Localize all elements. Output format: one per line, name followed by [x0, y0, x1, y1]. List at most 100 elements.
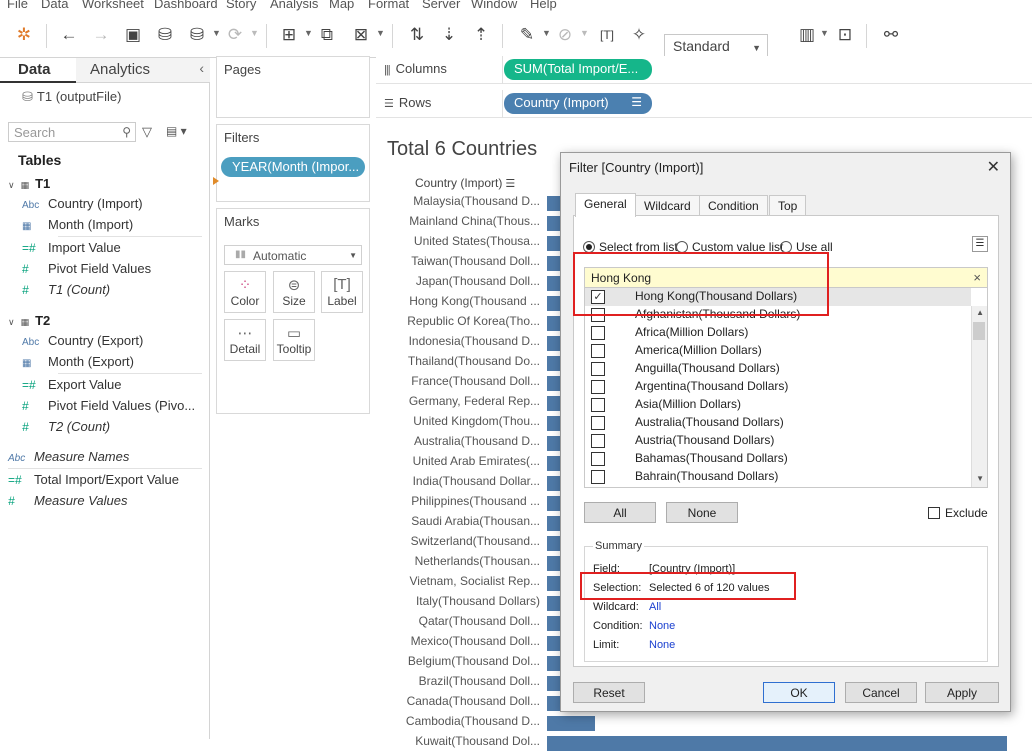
checklist-item[interactable]: Australia(Thousand Dollars): [585, 414, 971, 432]
filter-icon[interactable]: ▽: [142, 124, 152, 140]
refresh-icon[interactable]: ⟳: [222, 22, 248, 48]
checklist-item[interactable]: Bahamas(Thousand Dollars): [585, 450, 971, 468]
row-label[interactable]: Germany, Federal Rep...: [390, 394, 540, 414]
summary-link[interactable]: None: [649, 639, 675, 651]
row-label[interactable]: Indonesia(Thousand D...: [390, 334, 540, 354]
checkbox-unchecked[interactable]: [591, 398, 605, 412]
field-country-export[interactable]: Abc Country (Export): [22, 333, 202, 354]
menu-map[interactable]: Map: [329, 0, 354, 11]
highlight-icon[interactable]: ✎: [514, 22, 540, 48]
apply-button[interactable]: Apply: [925, 682, 999, 703]
rows-pill-country-import[interactable]: Country (Import) ☰: [504, 93, 652, 114]
tab-wildcard[interactable]: Wildcard: [635, 195, 700, 216]
field-t1-count[interactable]: # T1 (Count): [22, 282, 202, 303]
bar-mark[interactable]: [547, 716, 595, 731]
rows-shelf[interactable]: ☰ Rows Country (Import) ☰: [376, 90, 1032, 118]
menu-worksheet[interactable]: Worksheet: [82, 0, 144, 11]
row-label[interactable]: Brazil(Thousand Doll...: [390, 674, 540, 694]
field-t2-count[interactable]: # T2 (Count): [22, 419, 202, 440]
group-icon[interactable]: ⊘: [552, 22, 578, 48]
summary-link[interactable]: All: [649, 601, 661, 613]
checkbox-unchecked[interactable]: [591, 362, 605, 376]
menu-story[interactable]: Story: [226, 0, 256, 11]
marks-detail-button[interactable]: ⋯ Detail: [224, 319, 266, 361]
chevron-down-icon[interactable]: ▼: [542, 28, 551, 38]
columns-shelf[interactable]: ||| Columns SUM(Total Import/E...: [376, 56, 1032, 84]
row-label[interactable]: Philippines(Thousand ...: [390, 494, 540, 514]
menu-server[interactable]: Server: [422, 0, 460, 11]
chevron-down-icon[interactable]: ▼: [580, 28, 589, 38]
checkbox-unchecked[interactable]: [591, 344, 605, 358]
row-label[interactable]: Cambodia(Thousand D...: [390, 714, 540, 734]
checkbox-unchecked[interactable]: [591, 470, 605, 484]
row-label[interactable]: Canada(Thousand Doll...: [390, 694, 540, 714]
reset-button[interactable]: Reset: [573, 682, 645, 703]
clear-sheet-icon[interactable]: ⊠: [348, 22, 374, 48]
scroll-down-icon[interactable]: ▼: [976, 474, 984, 483]
pages-card[interactable]: Pages: [216, 56, 370, 118]
chevron-left-icon[interactable]: ‹: [199, 60, 204, 76]
row-label[interactable]: Thailand(Thousand Do...: [390, 354, 540, 374]
menu-data[interactable]: Data: [41, 0, 68, 11]
field-export-value[interactable]: =# Export Value: [22, 377, 202, 398]
view-options-icon[interactable]: ▤ ▾: [166, 124, 187, 138]
tab-data[interactable]: Data: [0, 58, 76, 83]
menu-file[interactable]: File: [7, 0, 28, 11]
duplicate-sheet-icon[interactable]: ⧉: [314, 22, 340, 48]
checkbox-unchecked[interactable]: [591, 380, 605, 394]
row-label[interactable]: Belgium(Thousand Dol...: [390, 654, 540, 674]
label-icon[interactable]: [T]: [594, 22, 620, 48]
tab-top[interactable]: Top: [769, 195, 807, 216]
fit-select[interactable]: Standard ▼: [664, 34, 768, 58]
field-country-import[interactable]: Abc Country (Import): [22, 196, 202, 217]
row-label[interactable]: India(Thousand Dollar...: [390, 474, 540, 494]
scrollbar-thumb[interactable]: [973, 322, 985, 340]
all-button[interactable]: All: [584, 502, 656, 523]
row-label[interactable]: United States(Thousa...: [390, 234, 540, 254]
clear-search-icon[interactable]: ×: [973, 270, 981, 285]
datasource-name[interactable]: ⛁ T1 (outputFile): [22, 89, 121, 105]
row-label[interactable]: Hong Kong(Thousand ...: [390, 294, 540, 314]
chevron-down-icon[interactable]: ▼: [376, 28, 385, 38]
list-options-icon[interactable]: ☰: [972, 236, 988, 252]
tab-general[interactable]: General: [575, 193, 636, 217]
marks-label-button[interactable]: [T] Label: [321, 271, 363, 313]
menu-dashboard[interactable]: Dashboard: [154, 0, 218, 11]
row-label[interactable]: Vietnam, Socialist Rep...: [390, 574, 540, 594]
summary-link[interactable]: None: [649, 620, 675, 632]
checkbox-unchecked[interactable]: [591, 434, 605, 448]
row-label[interactable]: Italy(Thousand Dollars): [390, 594, 540, 614]
columns-pill-sum-total[interactable]: SUM(Total Import/E...: [504, 59, 652, 80]
row-label[interactable]: Qatar(Thousand Doll...: [390, 614, 540, 634]
save-icon[interactable]: ▣: [120, 22, 146, 48]
checkbox-unchecked[interactable]: [591, 452, 605, 466]
checklist-item[interactable]: Argentina(Thousand Dollars): [585, 378, 971, 396]
pin-icon[interactable]: ✧: [626, 22, 652, 48]
tableau-logo-icon[interactable]: ✲: [11, 22, 37, 48]
checklist-item[interactable]: America(Million Dollars): [585, 342, 971, 360]
row-label[interactable]: Mainland China(Thous...: [390, 214, 540, 234]
presentation-icon[interactable]: ⊡: [832, 22, 858, 48]
row-header-country-import[interactable]: Country (Import) ☰: [415, 176, 515, 190]
marks-tooltip-button[interactable]: ▭ Tooltip: [273, 319, 315, 361]
show-me-icon[interactable]: ▥: [794, 22, 820, 48]
tab-analytics[interactable]: Analytics ‹: [76, 58, 210, 83]
tab-condition[interactable]: Condition: [699, 195, 768, 216]
checklist-item[interactable]: Austria(Thousand Dollars): [585, 432, 971, 450]
marks-color-button[interactable]: ⁘ Color: [224, 271, 266, 313]
row-label[interactable]: Taiwan(Thousand Doll...: [390, 254, 540, 274]
field-import-value[interactable]: =# Import Value: [22, 240, 202, 261]
row-label[interactable]: Japan(Thousand Doll...: [390, 274, 540, 294]
chevron-down-icon[interactable]: ▼: [212, 28, 221, 38]
row-label[interactable]: Netherlands(Thousan...: [390, 554, 540, 574]
row-label[interactable]: Mexico(Thousand Doll...: [390, 634, 540, 654]
chevron-down-icon[interactable]: ▼: [250, 28, 259, 38]
new-worksheet-icon[interactable]: ⊞: [276, 22, 302, 48]
mark-type-select[interactable]: ▮▮ Automatic ▼: [224, 245, 362, 265]
share-icon[interactable]: ⚯: [878, 22, 904, 48]
checklist-item[interactable]: Anguilla(Thousand Dollars): [585, 360, 971, 378]
marks-size-button[interactable]: ⊜ Size: [273, 271, 315, 313]
row-label[interactable]: United Kingdom(Thou...: [390, 414, 540, 434]
row-label[interactable]: France(Thousand Doll...: [390, 374, 540, 394]
table-t1[interactable]: ∨ ▦ T1: [8, 176, 50, 191]
